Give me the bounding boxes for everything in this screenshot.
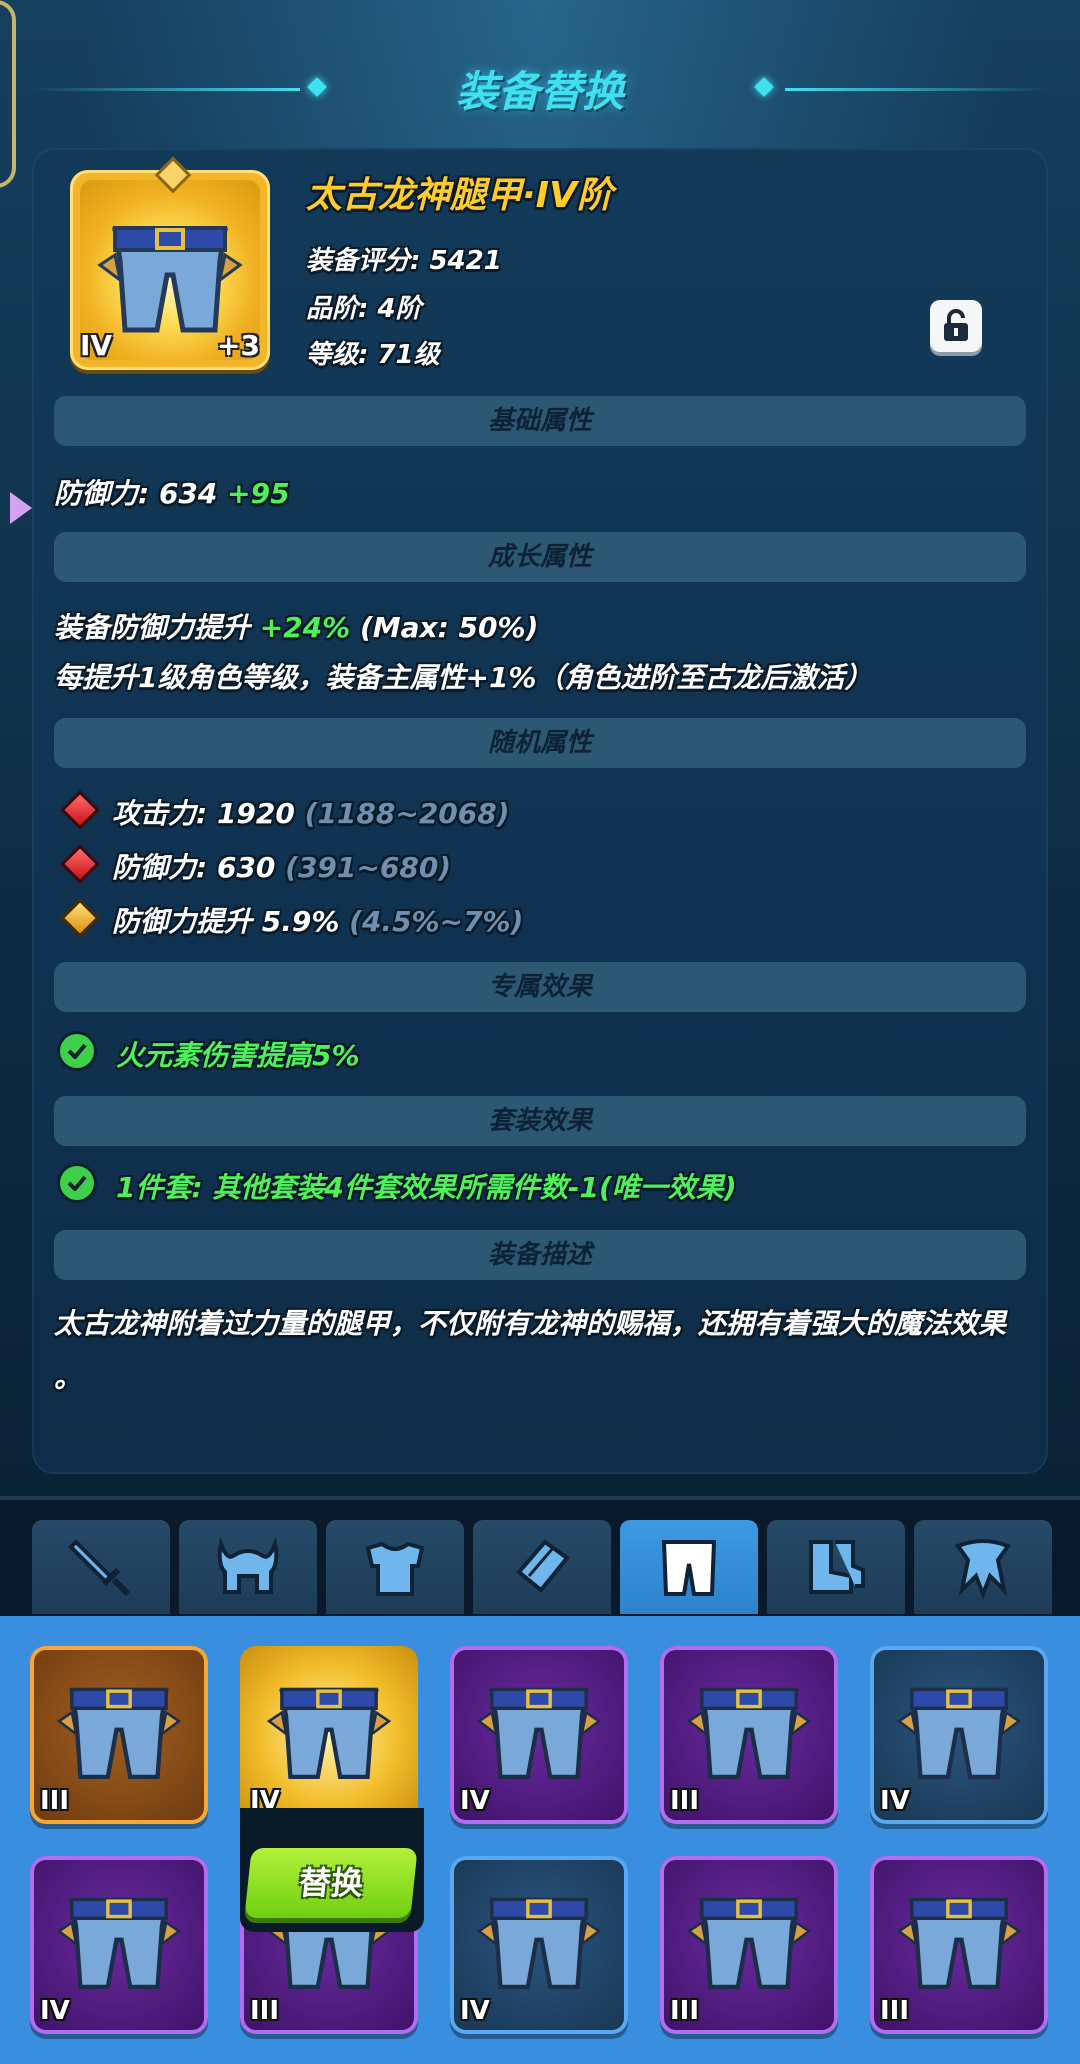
growth-line-2: 每提升1级角色等级，装备主属性+1%（角色进阶至古龙后激活） — [54, 661, 873, 694]
leg-armor-icon — [896, 1897, 1022, 1989]
item-score: 装备评分: 5421 — [306, 246, 502, 276]
tab-boots[interactable] — [767, 1520, 905, 1614]
section-description: 装备描述 — [54, 1230, 1026, 1280]
unlock-icon — [944, 309, 968, 341]
item-portrait: IV +3 — [70, 170, 270, 370]
tier-label: IV — [80, 329, 113, 362]
pants-icon — [661, 1540, 717, 1596]
slot-tier-label: IV — [460, 1786, 490, 1816]
side-arrow-icon[interactable] — [10, 492, 32, 524]
section-random: 随机属性 — [54, 718, 1026, 768]
amulet-icon — [954, 1539, 1012, 1600]
random-stat-3: 防御力提升 5.9% (4.5%~7%) — [112, 905, 524, 938]
description-line-1: 太古龙神附着过力量的腿甲，不仅附有龙神的赐福，还拥有着强大的魔法效果 — [54, 1307, 1007, 1340]
description-line-2: 。 — [54, 1361, 83, 1394]
slot-tier-label: III — [250, 1996, 280, 2026]
item-level: 等级: 71级 — [306, 340, 440, 370]
growth-line-1: 装备防御力提升 +24% (Max: 50%) — [54, 611, 539, 644]
leg-armor-icon — [56, 1897, 182, 1989]
slot-tier-label: III — [670, 1996, 700, 2026]
leg-armor-icon — [266, 1687, 392, 1779]
boots-icon — [809, 1540, 865, 1594]
slot-tier-label: IV — [880, 1786, 910, 1816]
inventory-slot[interactable]: IV — [30, 1856, 208, 2034]
random-stat-2: 防御力: 630 (391~680) — [112, 851, 452, 884]
check-icon — [60, 1034, 94, 1068]
leg-armor-icon — [896, 1687, 1022, 1779]
section-growth: 成长属性 — [54, 532, 1026, 582]
set-effect: 1件套: 其他套装4件套效果所需件数-1(唯一效果) — [116, 1171, 737, 1204]
section-basic: 基础属性 — [54, 396, 1026, 446]
inventory-slot[interactable]: IV — [870, 1646, 1048, 1824]
replace-button[interactable]: 替换 — [244, 1848, 418, 1918]
lock-button[interactable] — [930, 300, 982, 352]
armor-icon — [365, 1541, 425, 1596]
leg-armor-icon — [476, 1687, 602, 1779]
sword-icon — [68, 1539, 131, 1597]
tab-armor[interactable] — [326, 1520, 464, 1614]
item-grade: 品阶: 4阶 — [306, 294, 422, 324]
inventory-slot[interactable]: IV — [240, 1646, 418, 1824]
slot-tier-label: III — [40, 1786, 70, 1816]
exclusive-effect: 火元素伤害提高5% — [116, 1039, 360, 1072]
tab-bracer[interactable] — [473, 1520, 611, 1614]
slot-tier-label: III — [880, 1996, 910, 2026]
basic-defense: 防御力: 634 +95 — [54, 477, 290, 510]
item-name: 太古龙神腿甲·IV阶 — [306, 175, 613, 216]
leg-armor-icon — [476, 1897, 602, 1989]
random-stat-1: 攻击力: 1920 (1188~2068) — [112, 797, 510, 830]
slot-tier-label: III — [670, 1786, 700, 1816]
tab-weapon[interactable] — [32, 1520, 170, 1614]
tab-helmet[interactable] — [179, 1520, 317, 1614]
leg-armor-icon — [686, 1687, 812, 1779]
bracer-icon — [516, 1539, 570, 1593]
leg-armor-icon — [686, 1897, 812, 1989]
tab-pants[interactable] — [620, 1520, 758, 1614]
inventory-slot[interactable]: III — [870, 1856, 1048, 2034]
inventory-slot[interactable]: III — [30, 1646, 208, 1824]
tab-amulet[interactable] — [914, 1520, 1052, 1614]
inventory-slot[interactable]: IV — [450, 1646, 628, 1824]
section-set: 套装效果 — [54, 1096, 1026, 1146]
check-icon — [60, 1166, 94, 1200]
inventory-slot[interactable]: IV — [450, 1856, 628, 2034]
helmet-icon — [217, 1536, 279, 1594]
section-exclusive: 专属效果 — [54, 962, 1026, 1012]
header-line-right — [785, 88, 1050, 91]
slot-tier-label: IV — [40, 1996, 70, 2026]
inventory-slot[interactable]: III — [660, 1856, 838, 2034]
slot-tier-label: IV — [460, 1996, 490, 2026]
leg-armor-icon — [56, 1687, 182, 1779]
enhance-label: +3 — [217, 329, 260, 362]
inventory-slot[interactable]: III — [660, 1646, 838, 1824]
